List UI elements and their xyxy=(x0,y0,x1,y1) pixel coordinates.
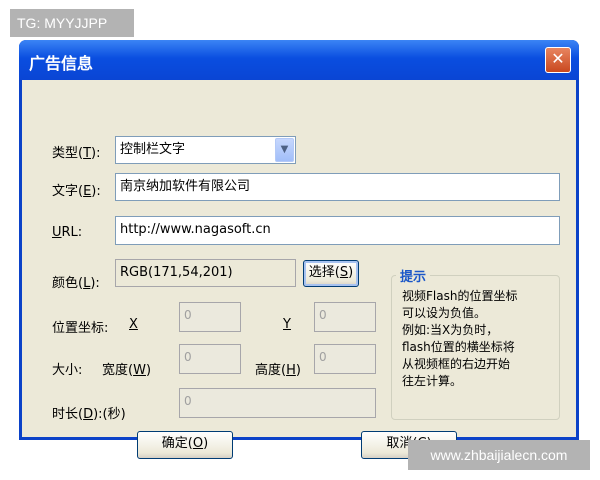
hint-line: 可以设为负值。 xyxy=(402,306,487,320)
position-x-input[interactable]: 0 xyxy=(179,302,241,332)
hint-line: 从视频框的右边开始 xyxy=(402,357,511,371)
color-value-field: RGB(171,54,201) xyxy=(115,259,296,287)
type-select-value: 控制栏文字 xyxy=(120,142,186,157)
watermark-bottom: www.zhbaijialecn.com xyxy=(408,440,590,470)
hint-line: 视频Flash的位置坐标 xyxy=(402,289,518,303)
height-input[interactable]: 0 xyxy=(314,344,376,374)
duration-input[interactable]: 0 xyxy=(179,388,376,418)
color-value: RGB(171,54,201) xyxy=(120,265,233,280)
size-label: 大小: xyxy=(52,363,83,378)
type-select[interactable]: 控制栏文字 ▼ xyxy=(115,136,296,164)
url-label: URL: xyxy=(52,225,83,240)
height-label: 高度(H) xyxy=(255,363,301,378)
hint-line: 例如:当X为负时， xyxy=(402,323,499,337)
hint-line: flash位置的横坐标将 xyxy=(402,340,515,354)
dialog-title: 广告信息 xyxy=(29,54,94,73)
hint-line: 往左计算。 xyxy=(402,374,463,388)
dialog-body: 类型(T): 控制栏文字 ▼ 文字(E): 南京纳加软件有限公司 URL: ht… xyxy=(22,80,576,459)
hint-text: 视频Flash的位置坐标 可以设为负值。 例如:当X为负时， flash位置的横… xyxy=(402,288,554,390)
position-y-label: Y xyxy=(283,317,291,332)
url-input[interactable]: http://www.nagasoft.cn xyxy=(115,216,560,245)
close-icon: ✕ xyxy=(551,49,565,68)
type-label: 类型(T): xyxy=(52,146,101,161)
close-button[interactable]: ✕ xyxy=(545,47,571,73)
position-y-input[interactable]: 0 xyxy=(314,302,376,332)
text-input-value: 南京纳加软件有限公司 xyxy=(120,179,251,194)
hint-title: 提示 xyxy=(396,266,431,285)
choose-color-button[interactable]: 选择(S) xyxy=(303,260,359,287)
color-label: 颜色(L): xyxy=(52,276,100,291)
position-x-label: X xyxy=(129,317,138,332)
watermark-top: TG: MYYJJPP xyxy=(10,9,134,37)
position-label: 位置坐标: xyxy=(52,321,109,336)
width-label: 宽度(W) xyxy=(102,363,152,378)
text-input[interactable]: 南京纳加软件有限公司 xyxy=(115,173,560,201)
width-input[interactable]: 0 xyxy=(179,344,241,374)
title-bar[interactable]: 广告信息 ✕ xyxy=(19,40,579,80)
ok-button[interactable]: 确定(O) xyxy=(137,431,233,459)
text-label: 文字(E): xyxy=(52,184,101,199)
chevron-down-icon[interactable]: ▼ xyxy=(275,138,294,162)
url-input-value: http://www.nagasoft.cn xyxy=(120,222,271,237)
ad-info-dialog: 广告信息 ✕ 类型(T): 控制栏文字 ▼ 文字(E): 南京纳加软件有限公司 … xyxy=(19,40,579,459)
duration-label: 时长(D):(秒) xyxy=(52,407,126,422)
